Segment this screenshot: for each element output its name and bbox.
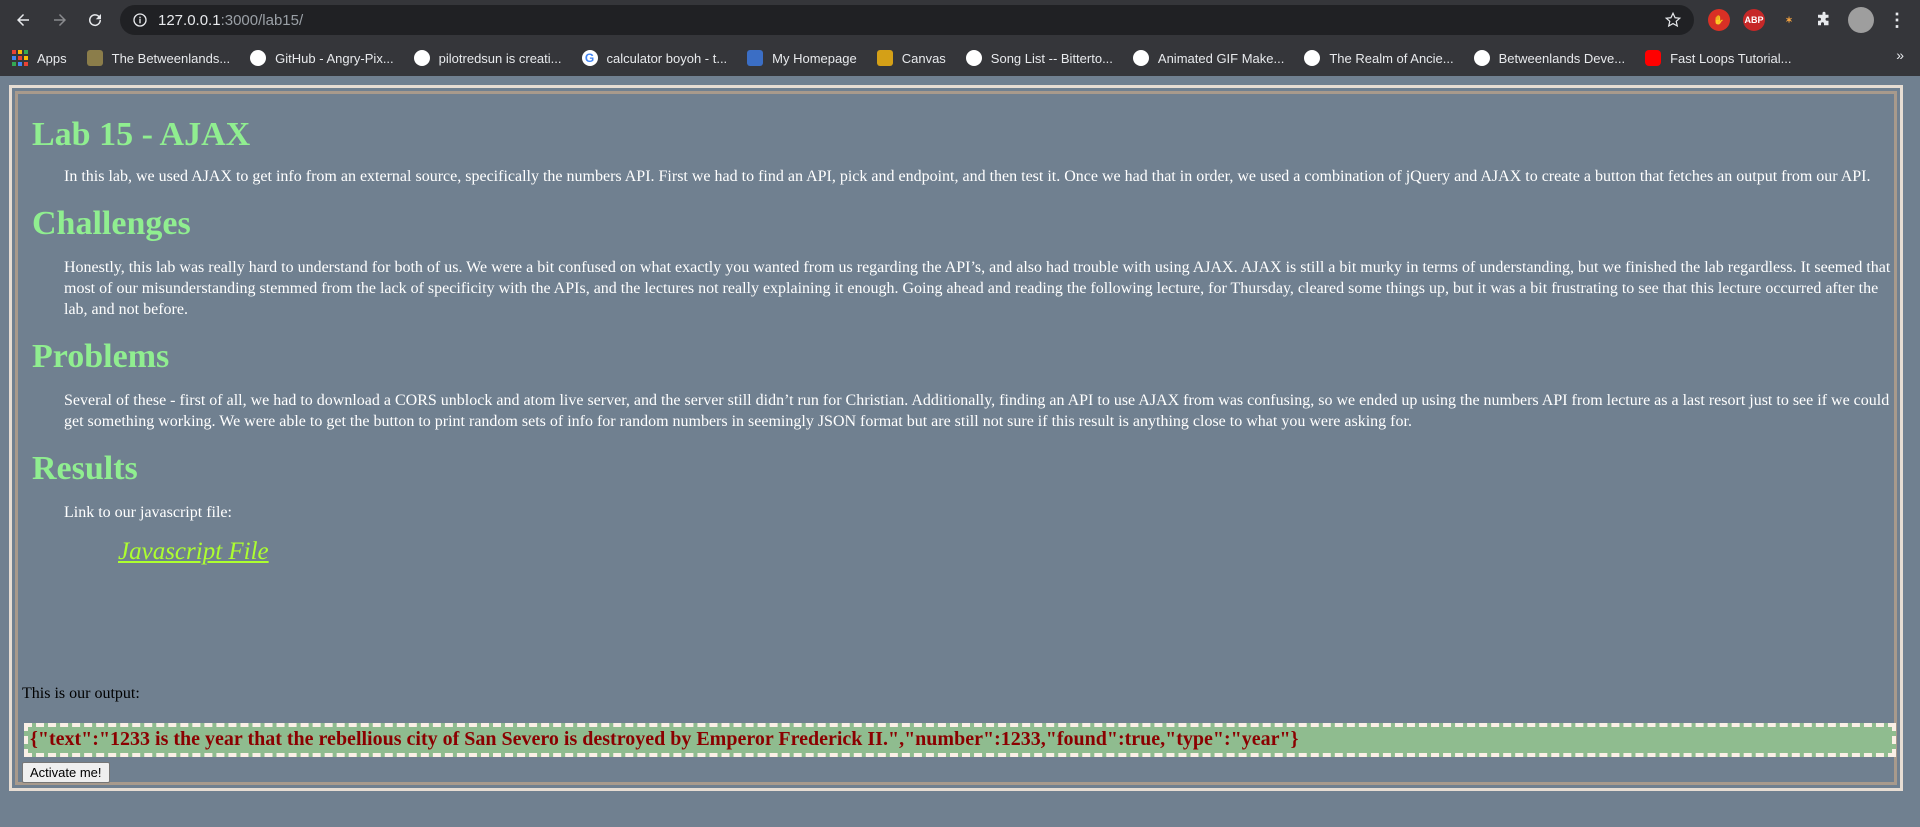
adblock-label: ABP — [1744, 15, 1764, 25]
bookmarks-bar: Apps The Betweenlands... GitHub - Angry-… — [0, 40, 1920, 76]
info-icon — [133, 13, 147, 27]
bookmark-label: Betweenlands Deve... — [1498, 50, 1626, 66]
bookmark-pilotredsun[interactable]: pilotredsun is creati... — [413, 50, 562, 66]
page-content: Lab 15 - AJAX In this lab, we used AJAX … — [32, 96, 1894, 566]
forward-button[interactable] — [47, 7, 73, 33]
bookmark-song-list[interactable]: Song List -- Bitterto... — [965, 50, 1113, 66]
intro-paragraph: In this lab, we used AJAX to get info fr… — [64, 168, 1871, 185]
bitter-icon — [965, 50, 982, 66]
bookmark-label: Apps — [37, 50, 67, 66]
challenges-heading: Challenges — [32, 205, 191, 242]
bookmark-label: The Realm of Ancie... — [1329, 50, 1454, 66]
bookmark-label: calculator boyoh - t... — [606, 50, 728, 66]
more-bookmarks-button[interactable]: » — [1896, 47, 1904, 63]
url-host: 127.0.0.1 — [158, 11, 221, 29]
ucsc-icon — [747, 50, 764, 66]
bookmark-canvas[interactable]: Canvas — [876, 50, 946, 66]
extensions-puzzle-icon[interactable] — [1813, 9, 1835, 31]
bookmark-label: The Betweenlands... — [111, 50, 231, 66]
bookmark-betweenlands[interactable]: The Betweenlands... — [86, 50, 231, 66]
bookmark-label: Song List -- Bitterto... — [990, 50, 1113, 66]
reload-button[interactable] — [82, 7, 108, 33]
url-text: 127.0.0.1:3000/lab15/ — [158, 12, 303, 29]
problems-paragraph: Several of these - first of all, we had … — [64, 392, 1890, 430]
bookmark-star-icon[interactable] — [1664, 11, 1682, 29]
globe-icon — [413, 50, 430, 66]
back-button[interactable] — [10, 7, 36, 33]
bookmark-github-angry-pix[interactable]: GitHub - Angry-Pix... — [250, 50, 394, 66]
globe-icon — [1304, 50, 1321, 66]
github-icon — [250, 50, 267, 66]
browser-toolbar: 127.0.0.1:3000/lab15/ ✋ ABP ✶ ⋮ — [0, 0, 1920, 40]
github-icon — [1473, 50, 1490, 66]
bookmark-label: GitHub - Angry-Pix... — [275, 50, 394, 66]
bookmark-label: Animated GIF Make... — [1157, 50, 1285, 66]
bookmark-realm[interactable]: The Realm of Ancie... — [1304, 50, 1454, 66]
bookmark-calculator[interactable]: Gcalculator boyoh - t... — [581, 50, 728, 66]
profile-avatar[interactable] — [1848, 7, 1874, 33]
url-path: :3000/lab15/ — [220, 11, 304, 29]
bookmark-label: My Homepage — [772, 50, 857, 66]
page-title: Lab 15 - AJAX — [32, 116, 251, 153]
bookmark-label: Fast Loops Tutorial... — [1670, 50, 1792, 66]
problems-heading: Problems — [32, 338, 170, 375]
apps-icon — [12, 50, 28, 66]
bookmark-betweenlands-dev[interactable]: Betweenlands Deve... — [1473, 50, 1626, 66]
output-label: This is our output: — [22, 685, 140, 702]
adblock-extension-icon[interactable]: ABP — [1743, 9, 1765, 31]
google-icon: G — [581, 50, 598, 66]
bookmark-label: Canvas — [901, 50, 946, 66]
activate-button[interactable]: Activate me! — [22, 762, 110, 783]
api-output: {"text":"1233 is the year that the rebel… — [24, 723, 1896, 757]
javascript-file-link[interactable]: Javascript File — [118, 538, 269, 566]
link-label: Link to our javascript file: — [64, 504, 232, 521]
canvas-icon — [876, 50, 893, 66]
stop-hand-extension-icon[interactable]: ✋ — [1708, 9, 1730, 31]
bookmark-label: pilotredsun is creati... — [438, 50, 562, 66]
page-frame: Lab 15 - AJAX In this lab, we used AJAX … — [9, 85, 1903, 791]
reload-icon — [89, 14, 102, 27]
browser-chrome: 127.0.0.1:3000/lab15/ ✋ ABP ✶ ⋮ Apps The… — [0, 0, 1920, 76]
cookie-extension-icon[interactable]: ✶ — [1778, 9, 1800, 31]
browser-menu-icon[interactable]: ⋮ — [1886, 9, 1908, 31]
betweenlands-icon — [86, 50, 103, 66]
bookmark-gif-maker[interactable]: Animated GIF Make... — [1132, 50, 1285, 66]
bookmark-apps[interactable]: Apps — [12, 50, 67, 66]
youtube-icon — [1645, 50, 1662, 66]
challenges-paragraph: Honestly, this lab was really hard to un… — [64, 259, 1891, 318]
bookmark-my-homepage[interactable]: My Homepage — [747, 50, 857, 66]
globe-icon — [1132, 50, 1149, 66]
back-arrow-icon — [17, 14, 29, 26]
bookmark-fast-loops[interactable]: Fast Loops Tutorial... — [1645, 50, 1792, 66]
address-bar[interactable]: 127.0.0.1:3000/lab15/ — [120, 5, 1694, 35]
results-heading: Results — [32, 450, 138, 487]
forward-arrow-icon — [54, 14, 66, 26]
